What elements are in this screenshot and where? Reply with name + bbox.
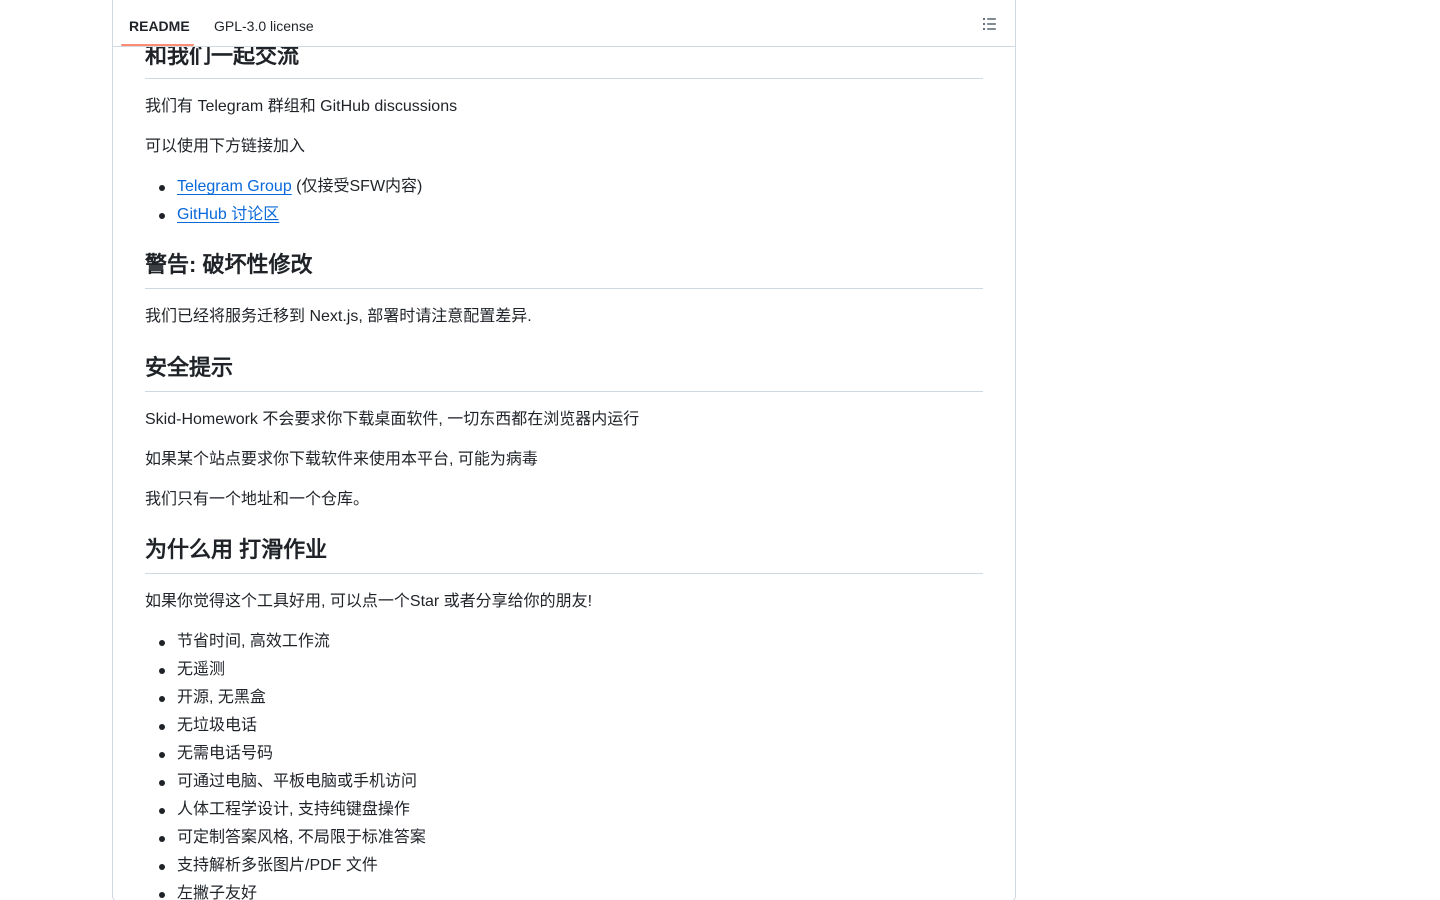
heading-why: 为什么用 打滑作业 — [145, 536, 983, 574]
security-paragraph-2: 如果某个站点要求你下载软件来使用本平台, 可能为病毒 — [145, 451, 538, 468]
warning-paragraph: 我们已经将服务迁移到 Next.js, 部署时请注意配置差异. — [145, 308, 532, 325]
feature-item: 人体工程学设计, 支持纯键盘操作 — [159, 798, 410, 822]
feature-item: 可通过电脑、平板电脑或手机访问 — [158, 770, 417, 794]
security-paragraph-3: 我们只有一个地址和一个仓库。 — [145, 491, 370, 508]
list-item-telegram: Telegram Group (仅接受SFW内容) — [158, 175, 423, 199]
outline-button[interactable] — [979, 14, 1001, 34]
why-paragraph: 如果你觉得这个工具好用, 可以点一个Star 或者分享给你的朋友! — [145, 593, 593, 610]
readme-tab-bar: README GPL-3.0 license — [113, 0, 1015, 47]
feature-item: 左撇子友好 — [158, 882, 257, 900]
feature-item: 无遥测 — [158, 658, 225, 682]
tab-readme[interactable]: README — [129, 17, 190, 35]
heading-community: 和我们一起交流 — [145, 42, 983, 79]
community-paragraph-1: 我们有 Telegram 群组和 GitHub discussions — [145, 98, 458, 115]
tab-license[interactable]: GPL-3.0 license — [214, 17, 314, 35]
list-item-github: GitHub 讨论区 — [158, 203, 279, 227]
feature-item: 节省时间, 高效工作流 — [159, 630, 330, 654]
list-unordered-icon — [982, 17, 996, 31]
heading-security: 安全提示 — [145, 354, 983, 392]
security-paragraph-1: Skid-Homework 不会要求你下载桌面软件, 一切东西都在浏览器内运行 — [145, 411, 640, 428]
active-tab-indicator — [121, 44, 194, 46]
github-discussions-link[interactable]: GitHub 讨论区 — [177, 206, 279, 223]
telegram-group-link[interactable]: Telegram Group — [177, 178, 292, 195]
feature-item: 无垃圾电话 — [158, 714, 257, 738]
readme-panel: README GPL-3.0 license 和我们一起交流 我们有 Teleg… — [112, 0, 1016, 900]
feature-item: 支持解析多张图片/PDF 文件 — [159, 854, 378, 878]
feature-item: 无需电话号码 — [158, 742, 273, 766]
community-paragraph-2: 可以使用下方链接加入 — [145, 138, 306, 155]
telegram-note: (仅接受SFW内容) — [291, 178, 423, 195]
heading-warning: 警告: 破坏性修改 — [145, 251, 983, 289]
feature-item: 开源, 无黑盒 — [159, 686, 266, 710]
feature-item: 可定制答案风格, 不局限于标准答案 — [159, 826, 426, 850]
